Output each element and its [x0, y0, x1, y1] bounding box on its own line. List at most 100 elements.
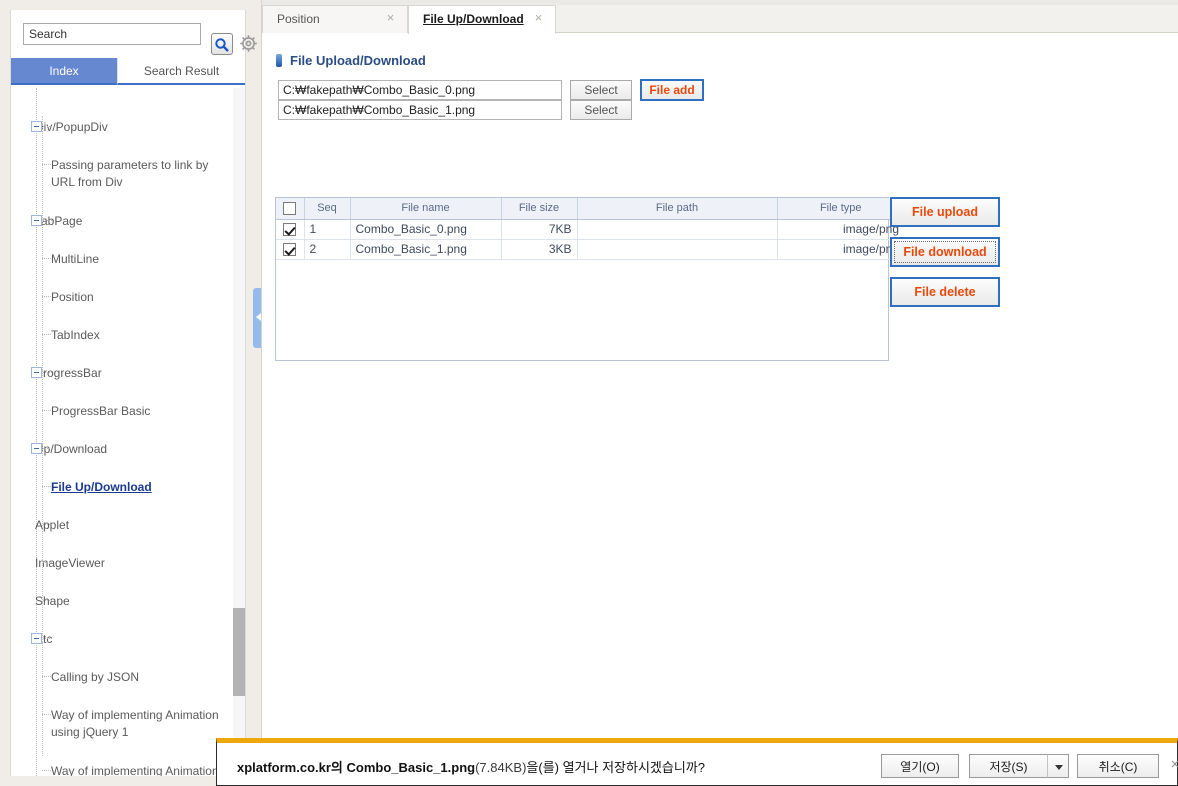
sidebar-tab-search-result[interactable]: Search Result: [117, 58, 245, 85]
file-select-button-0[interactable]: Select: [570, 80, 632, 100]
file-upload-button[interactable]: File upload: [890, 197, 1000, 227]
search-input[interactable]: [23, 23, 201, 45]
tree-item-label: MultiLine: [51, 252, 100, 266]
tree-item-tabindex[interactable]: TabIndex: [11, 326, 231, 345]
cell-seq: 2: [304, 239, 351, 260]
cell-file-name: Combo_Basic_0.png: [350, 219, 502, 240]
table-header-row: Seq File name File size File path File t…: [276, 198, 904, 220]
download-notification-bar: xplatform.co.kr의 Combo_Basic_1.png(7.84K…: [216, 738, 1178, 786]
download-message-tail: 을(를) 열거나 저장하시겠습니까?: [526, 760, 705, 775]
tree-item-imageviewer[interactable]: ImageViewer: [11, 554, 231, 573]
tree-item-passing-parameters-to-link-by-url-from-div[interactable]: Passing parameters to link by URL from D…: [11, 156, 231, 192]
tree-branch-line: [43, 600, 52, 601]
search-button[interactable]: [211, 33, 233, 55]
tree-branch-line: [42, 676, 51, 677]
tree-item-calling-by-json[interactable]: Calling by JSON: [11, 668, 231, 687]
tree-branch-line: [43, 524, 52, 525]
tree-collapse-icon[interactable]: [31, 367, 42, 378]
tree-branch-line: [42, 334, 51, 335]
tab-file-up-download-close-icon[interactable]: ×: [532, 11, 545, 24]
column-header-file-name[interactable]: File name: [350, 198, 502, 220]
file-delete-button[interactable]: File delete: [890, 277, 1000, 307]
download-open-button[interactable]: 열기(O): [881, 754, 959, 778]
page-title: File Upload/Download: [276, 53, 426, 68]
tab-strip-filler: [556, 5, 1178, 33]
row-checkbox[interactable]: [283, 223, 297, 237]
tree-item-progressbar[interactable]: ProgressBar: [11, 364, 231, 383]
file-download-button-label: File download: [894, 241, 996, 263]
cell-file-type: image/png: [777, 219, 904, 240]
tree-item-label: Shape: [35, 594, 70, 608]
file-path-input-0[interactable]: [278, 80, 562, 100]
row-checkbox-cell[interactable]: [276, 239, 305, 260]
tree-item-way-of-implementing-animation-using-jquery-2[interactable]: Way of implementing Animation using jQue…: [11, 762, 231, 776]
tab-position-close-icon[interactable]: ×: [384, 11, 397, 24]
tree-item-progressbar-basic[interactable]: ProgressBar Basic: [11, 402, 231, 421]
cell-file-type: image/png: [777, 239, 904, 260]
tab-strip: Position × File Up/Download ×: [262, 0, 1178, 34]
tree-collapse-icon[interactable]: [31, 121, 42, 132]
download-save-button[interactable]: 저장(S): [969, 754, 1047, 778]
cell-file-path: [577, 219, 778, 240]
file-list-table: Seq File name File size File path File t…: [276, 198, 904, 260]
row-checkbox-cell[interactable]: [276, 219, 305, 240]
sidebar-tab-index[interactable]: Index: [11, 58, 117, 85]
tree-guide-line-sub: [42, 116, 43, 756]
column-header-file-path[interactable]: File path: [577, 198, 778, 220]
tree-item-label: Applet: [35, 518, 70, 532]
tree-item-applet[interactable]: Applet: [11, 516, 231, 535]
tree-item-up-download[interactable]: Up/Download: [11, 440, 231, 459]
tree-item-label: Up/Download: [35, 442, 108, 456]
tree-item-position[interactable]: Position: [11, 288, 231, 307]
cell-file-name: Combo_Basic_1.png: [350, 239, 502, 260]
tree-item-label: Way of implementing Animation using jQue…: [51, 764, 219, 776]
tree-item-file-up-download[interactable]: File Up/Download: [11, 478, 231, 497]
column-header-file-type[interactable]: File type: [777, 198, 904, 220]
tab-file-up-download-label: File Up/Download: [423, 12, 524, 26]
row-checkbox[interactable]: [283, 243, 297, 257]
tree-item-label: Way of implementing Animation using jQue…: [51, 708, 219, 739]
tree-item-label: ImageViewer: [35, 556, 105, 570]
tree-item-label: Div/PopupDiv: [35, 120, 108, 134]
file-select-button-1[interactable]: Select: [570, 100, 632, 120]
tree-collapse-icon[interactable]: [31, 443, 42, 454]
file-add-button[interactable]: File add: [640, 79, 704, 101]
tree-item-tabpage[interactable]: TabPage: [11, 212, 231, 231]
tree-item-label: Position: [51, 290, 94, 304]
tree-item-label: ProgressBar Basic: [51, 404, 151, 418]
tab-position[interactable]: Position ×: [262, 5, 408, 33]
tree-branch-line: [42, 770, 51, 771]
tree-item-way-of-implementing-animation-using-jquery-1[interactable]: Way of implementing Animation using jQue…: [11, 706, 231, 742]
sidebar-tabs: Index Search Result: [11, 58, 245, 86]
download-save-dropdown-button[interactable]: [1047, 754, 1069, 778]
column-header-seq[interactable]: Seq: [304, 198, 351, 220]
tree-item-label: Calling by JSON: [51, 670, 140, 684]
settings-gear-button[interactable]: [239, 34, 258, 53]
cell-file-path: [577, 239, 778, 260]
tree-collapse-icon[interactable]: [31, 215, 42, 226]
table-row[interactable]: 1 Combo_Basic_0.png 7KB image/png: [276, 219, 904, 240]
file-download-button[interactable]: File download: [890, 237, 1000, 267]
download-filesize: (7.84KB): [475, 760, 527, 775]
download-bar-close-icon[interactable]: ×: [1167, 757, 1178, 773]
file-path-input-1[interactable]: [278, 100, 562, 120]
tree-item-etc[interactable]: Etc: [11, 630, 231, 649]
tree-item-multiline[interactable]: MultiLine: [11, 250, 231, 269]
select-all-checkbox[interactable]: [283, 201, 297, 215]
download-cancel-button[interactable]: 취소(C): [1077, 754, 1159, 778]
tree-item-shape[interactable]: Shape: [11, 592, 231, 611]
sidebar-scrollbar-thumb[interactable]: [233, 608, 245, 696]
tree-collapse-icon[interactable]: [31, 633, 42, 644]
column-header-select-all[interactable]: [276, 198, 305, 220]
tab-file-up-download[interactable]: File Up/Download ×: [408, 5, 556, 34]
table-row[interactable]: 2 Combo_Basic_1.png 3KB image/png: [276, 239, 904, 260]
tree-item-label: File Up/Download: [51, 480, 152, 494]
gear-icon: [240, 35, 257, 52]
tree-branch-line: [42, 486, 51, 487]
tree-branch-line: [43, 562, 52, 563]
tree-item-div-popupdiv[interactable]: Div/PopupDiv: [11, 118, 231, 137]
column-header-file-size[interactable]: File size: [501, 198, 578, 220]
application-window: Index Search Result Div/PopupDiv Passing …: [0, 0, 1178, 786]
tree-branch-line: [43, 638, 52, 639]
page-title-text: File Upload/Download: [290, 53, 426, 68]
